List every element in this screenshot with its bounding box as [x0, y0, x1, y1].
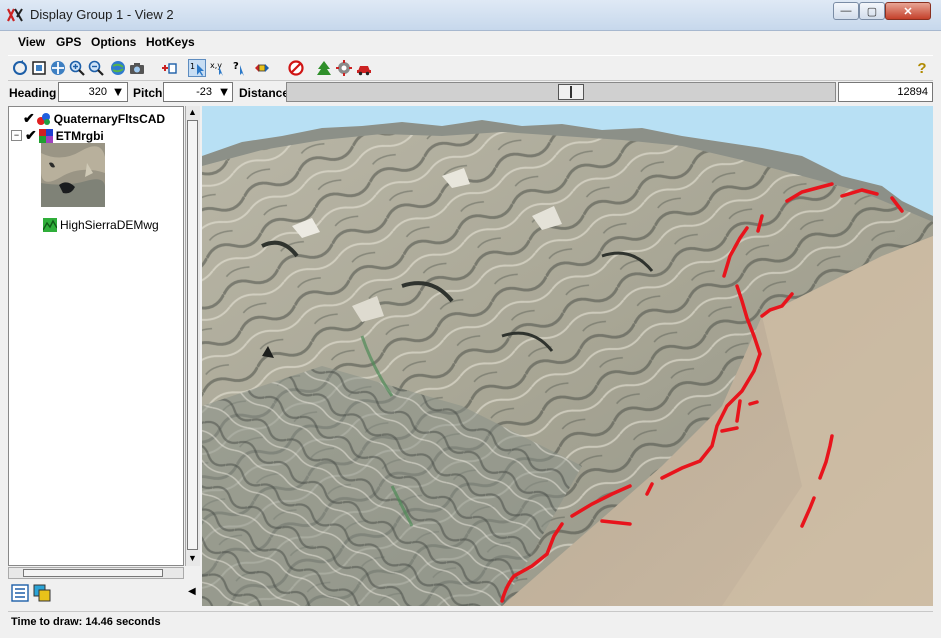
layer-list-view-icon[interactable] [11, 584, 29, 602]
minimize-button[interactable]: — [833, 2, 859, 20]
sidebar-footer: ◀ [8, 580, 199, 606]
pan-icon[interactable] [49, 59, 67, 77]
help-button[interactable]: ? [913, 59, 931, 77]
layer-name: ETMrgbi [55, 128, 104, 143]
pitch-dropdown-icon[interactable]: ▼ [216, 83, 232, 99]
terrain-scene [202, 106, 933, 606]
toolbar: 1 x,y ? ? [8, 55, 933, 81]
dem-layer-icon [43, 218, 57, 232]
distance-value[interactable]: 12894 [838, 82, 933, 102]
layer-sidebar: ✔ QuaternaryFltsCAD − ✔ ETMrgbi HighSier… [8, 106, 200, 606]
redraw-icon[interactable] [11, 59, 29, 77]
camera-icon[interactable] [128, 59, 146, 77]
layer-row-etmrgbi[interactable]: − ✔ ETMrgbi [11, 127, 104, 144]
view-controls: Heading 320 ▼ Pitch -23 ▼ Distance 12894 [8, 81, 933, 104]
menu-view[interactable]: View [18, 35, 45, 49]
scroll-up-icon[interactable]: ▲ [188, 107, 197, 117]
stop-icon[interactable] [287, 59, 305, 77]
status-text: Time to draw: 14.46 seconds [11, 616, 161, 628]
distance-slider-thumb[interactable] [558, 84, 584, 100]
scrollbar-thumb[interactable] [187, 120, 198, 550]
collapse-icon[interactable]: − [11, 130, 22, 141]
heading-label: Heading [9, 86, 57, 100]
legend-view-icon[interactable] [33, 584, 51, 602]
menu-bar: View GPS Options HotKeys [8, 31, 933, 53]
menu-gps[interactable]: GPS [56, 35, 81, 49]
layer-name: HighSierraDEMwg [60, 218, 159, 232]
zoom-out-icon[interactable] [87, 59, 105, 77]
add-layer-icon[interactable] [160, 59, 178, 77]
scroll-down-icon[interactable]: ▼ [188, 553, 197, 563]
full-view-icon[interactable] [30, 59, 48, 77]
measure-icon[interactable]: x,y [209, 59, 227, 77]
layer-thumbnail [41, 143, 105, 207]
layer-list-vertical-scrollbar[interactable]: ▲ ▼ [185, 106, 200, 566]
distance-slider[interactable] [286, 82, 836, 102]
menu-hotkeys[interactable]: HotKeys [146, 35, 195, 49]
app-icon [7, 8, 23, 22]
distance-label: Distance [239, 86, 290, 100]
heading-dropdown-icon[interactable]: ▼ [110, 83, 126, 99]
zoom-in-icon[interactable] [68, 59, 86, 77]
query-icon[interactable]: ? [231, 59, 249, 77]
close-button[interactable]: ✕ [885, 2, 931, 20]
pitch-label: Pitch [133, 86, 163, 100]
settings-icon[interactable] [335, 59, 353, 77]
maximize-button[interactable]: ▢ [859, 2, 885, 20]
scrollbar-thumb[interactable] [23, 569, 163, 577]
layer-row-highsierra[interactable]: HighSierraDEMwg [41, 218, 159, 232]
layer-list: ✔ QuaternaryFltsCAD − ✔ ETMrgbi HighSier… [8, 106, 184, 566]
svg-text:?: ? [233, 61, 239, 72]
title-bar: Display Group 1 - View 2 — ▢ ✕ [0, 0, 941, 31]
vector-layer-icon [36, 112, 50, 125]
transfer-icon[interactable] [253, 59, 271, 77]
menu-options[interactable]: Options [91, 35, 136, 49]
svg-text:x,y: x,y [210, 61, 222, 70]
status-bar: Time to draw: 14.46 seconds [8, 611, 933, 632]
tree-icon[interactable] [315, 59, 333, 77]
raster-layer-icon [38, 128, 53, 143]
globe-icon[interactable] [109, 59, 127, 77]
collapse-sidebar-icon[interactable]: ◀ [188, 586, 196, 597]
layer-checkbox-quaternary[interactable]: ✔ [23, 110, 35, 127]
layer-row-quaternary[interactable]: ✔ QuaternaryFltsCAD [23, 110, 165, 127]
svg-text:1: 1 [190, 62, 195, 71]
layer-checkbox-etmrgbi[interactable]: ✔ [25, 127, 37, 144]
layer-name: QuaternaryFltsCAD [53, 111, 166, 126]
window-title: Display Group 1 - View 2 [30, 7, 174, 22]
select-icon[interactable]: 1 [188, 59, 206, 77]
car-icon[interactable] [355, 59, 373, 77]
3d-view-canvas[interactable] [202, 106, 933, 606]
layer-list-horizontal-scrollbar[interactable] [8, 567, 184, 579]
